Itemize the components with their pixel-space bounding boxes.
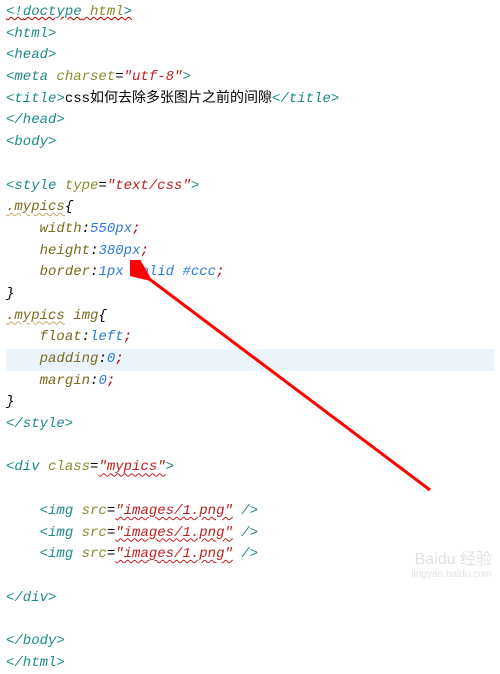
- blank-line: [6, 154, 494, 176]
- code-line: </div>: [6, 588, 494, 610]
- code-line: <!doctype html>: [6, 2, 494, 24]
- code-line: <img src="images/1.png" />: [6, 501, 494, 523]
- blank-line: [6, 609, 494, 631]
- code-line: }: [6, 284, 494, 306]
- code-line: </style>: [6, 414, 494, 436]
- watermark: Baidu 经验 jingyan.baidu.com: [411, 551, 492, 580]
- code-line: width:550px;: [6, 219, 494, 241]
- watermark-main: Baidu 经验: [415, 551, 492, 568]
- blank-line: [6, 436, 494, 458]
- code-line: <title>css如何去除多张图片之前的间隙</title>: [6, 89, 494, 111]
- code-line: <div class="mypics">: [6, 457, 494, 479]
- code-line: <meta charset="utf-8">: [6, 67, 494, 89]
- code-line: <body>: [6, 132, 494, 154]
- code-line: <img src="images/1.png" />: [6, 523, 494, 545]
- code-line: }: [6, 392, 494, 414]
- code-line: </head>: [6, 110, 494, 132]
- code-line: </body>: [6, 631, 494, 653]
- code-line: <style type="text/css">: [6, 176, 494, 198]
- code-line: border:1px solid #ccc;: [6, 262, 494, 284]
- highlighted-line: padding:0;: [6, 349, 494, 371]
- code-line: height:380px;: [6, 241, 494, 263]
- code-line: .mypics img{: [6, 306, 494, 328]
- code-line: .mypics{: [6, 197, 494, 219]
- code-line: margin:0;: [6, 371, 494, 393]
- code-line: <html>: [6, 24, 494, 46]
- code-line: <head>: [6, 45, 494, 67]
- watermark-sub: jingyan.baidu.com: [411, 569, 492, 580]
- blank-line: [6, 479, 494, 501]
- code-line: float:left;: [6, 327, 494, 349]
- code-line: </html>: [6, 653, 494, 674]
